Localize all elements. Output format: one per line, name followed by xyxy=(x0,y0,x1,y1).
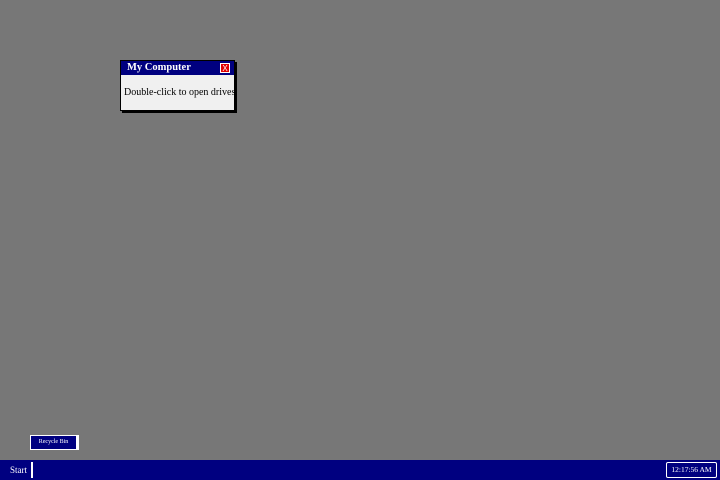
my-computer-window[interactable]: My Computer X Double-click to open drive… xyxy=(120,60,235,111)
desktop[interactable]: My Computer X Double-click to open drive… xyxy=(0,0,720,460)
window-body: Double-click to open drives xyxy=(121,75,236,110)
close-button[interactable]: X xyxy=(220,63,230,73)
window-title: My Computer xyxy=(127,62,191,73)
taskbar-divider xyxy=(31,462,33,478)
recycle-bin-icon[interactable]: Recycle Bin xyxy=(30,435,79,450)
recycle-bin-label: Recycle Bin xyxy=(38,439,69,445)
window-titlebar[interactable]: My Computer X xyxy=(121,61,234,75)
clock: 12:17:56 AM xyxy=(666,462,717,478)
taskbar: Start 12:17:56 AM xyxy=(0,460,720,480)
start-button[interactable]: Start xyxy=(0,460,32,480)
window-body-text: Double-click to open drives xyxy=(124,87,236,98)
